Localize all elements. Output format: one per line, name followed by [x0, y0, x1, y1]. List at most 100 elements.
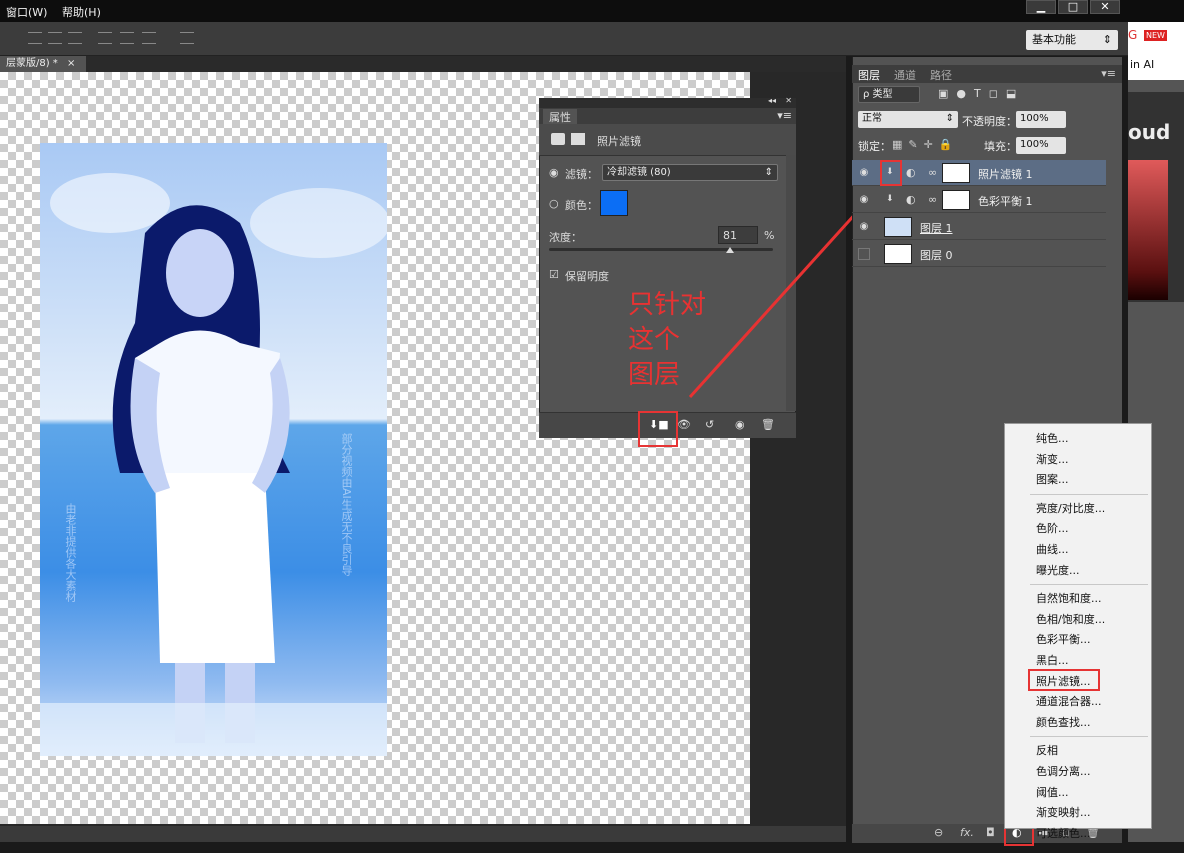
align-vcenter-icon[interactable]: [48, 32, 62, 44]
layer-thumbnail: [884, 244, 912, 264]
menu-separator: [1030, 736, 1148, 738]
close-icon[interactable]: ✕: [785, 96, 792, 105]
align-bottom-icon[interactable]: [68, 32, 82, 44]
menu-item[interactable]: 黑白...: [1036, 652, 1069, 668]
color-radio[interactable]: ○: [549, 197, 559, 210]
menu-item[interactable]: 通道混合器...: [1036, 693, 1102, 709]
adjustment-icon: ◐: [906, 193, 916, 206]
partial-text: in AI: [1130, 58, 1155, 71]
filter-label: 滤镜：: [565, 168, 598, 181]
menu-item[interactable]: 阈值...: [1036, 784, 1069, 800]
menu-item[interactable]: 颜色查找...: [1036, 714, 1091, 730]
mask-icon[interactable]: [571, 133, 585, 145]
menu-item[interactable]: 曝光度...: [1036, 562, 1080, 578]
menu-item[interactable]: 可选颜色...: [1036, 825, 1091, 841]
menu-window[interactable]: 窗口(W): [6, 4, 47, 20]
properties-tab[interactable]: 属性: [543, 109, 577, 125]
panel-menu-icon[interactable]: ▾≡: [777, 109, 792, 122]
partial-text: oud: [1128, 120, 1171, 144]
photo-image: 部分视频由AI生成无不良引导 由老非提供各大素材: [40, 143, 387, 756]
layer-thumbnail: [884, 217, 912, 237]
filter-radio[interactable]: ◉: [549, 166, 559, 179]
chevron-down-icon: ⇕: [1102, 33, 1112, 46]
close-tab-icon[interactable]: ×: [67, 58, 75, 69]
color-label: 颜色：: [565, 199, 598, 212]
chevron-down-icon: ⇕: [945, 113, 954, 124]
menu-item[interactable]: 色阶...: [1036, 520, 1069, 536]
watermark-text: 部分视频由AI生成无不良引导: [340, 433, 353, 576]
adjustment-icon[interactable]: [551, 133, 565, 145]
eye-icon[interactable]: ◉: [858, 221, 870, 233]
tab-channels[interactable]: 通道: [894, 67, 916, 83]
new-badge: NEW: [1144, 30, 1167, 41]
opacity-input[interactable]: 100%: [1016, 111, 1066, 128]
align-left-icon[interactable]: [98, 32, 112, 44]
mask-thumbnail: [942, 190, 970, 210]
horizontal-scrollbar[interactable]: [0, 826, 846, 842]
distribute-icon[interactable]: [180, 32, 194, 44]
menu-item[interactable]: 反相: [1036, 742, 1058, 758]
mask-thumbnail: [942, 163, 970, 183]
menu-item[interactable]: 渐变...: [1036, 451, 1069, 467]
blend-mode-select[interactable]: 正常 ⇕: [858, 111, 958, 128]
collapse-icon[interactable]: ◂◂: [768, 96, 776, 105]
workspace-select[interactable]: 基本功能 ⇕: [1026, 30, 1118, 50]
add-mask-icon[interactable]: ◘: [986, 826, 995, 839]
panel-menu-icon[interactable]: ▾≡: [1101, 67, 1116, 80]
fx-icon[interactable]: fx.: [960, 826, 974, 839]
reset-icon[interactable]: ↺: [705, 418, 714, 431]
highlight-box: [638, 411, 678, 447]
preserve-label: 保留明度: [565, 270, 609, 283]
menu-item[interactable]: 色彩平衡...: [1036, 631, 1091, 647]
color-field: [1128, 160, 1168, 300]
layer-row[interactable]: 图层 0: [852, 241, 1106, 267]
opacity-label: 不透明度：: [962, 115, 1017, 128]
tab-layers[interactable]: 图层: [858, 67, 880, 83]
eye-icon[interactable]: ◉: [858, 194, 870, 206]
color-swatch[interactable]: [600, 190, 628, 216]
tab-paths[interactable]: 路径: [930, 67, 952, 83]
menu-item[interactable]: 渐变映射...: [1036, 804, 1091, 820]
link-icon: ∞: [928, 166, 938, 179]
layer-kind-filter[interactable]: ρ 类型: [858, 86, 920, 103]
eye-off-icon[interactable]: [858, 248, 870, 260]
visibility-icon[interactable]: ◉: [735, 418, 745, 431]
menu-item[interactable]: 亮度/对比度...: [1036, 500, 1105, 516]
menu-item[interactable]: 自然饱和度...: [1036, 590, 1102, 606]
menu-item[interactable]: 图案...: [1036, 471, 1069, 487]
menu-help[interactable]: 帮助(H): [62, 4, 101, 20]
highlight-box: [1028, 668, 1100, 691]
align-right-icon[interactable]: [142, 32, 156, 44]
fill-input[interactable]: 100%: [1016, 137, 1066, 154]
menu-item[interactable]: 色相/饱和度...: [1036, 611, 1105, 627]
maximize-button[interactable]: □: [1058, 0, 1088, 14]
lock-label: 锁定：: [858, 140, 891, 153]
layer-row[interactable]: ◉ ⬇ ◐ ∞ 色彩平衡 1: [852, 187, 1106, 213]
view-previous-icon[interactable]: 👁: [677, 418, 691, 431]
delete-icon[interactable]: 🗑: [761, 418, 775, 431]
menu-item[interactable]: 纯色...: [1036, 430, 1069, 446]
adjustment-icon: ◐: [906, 166, 916, 179]
highlight-box: [880, 160, 902, 186]
close-button[interactable]: ✕: [1090, 0, 1120, 14]
woman-figure: [40, 173, 387, 756]
fill-label: 填充：: [984, 140, 1017, 153]
properties-header: 照片滤镜: [597, 135, 641, 148]
layer-row[interactable]: ◉ 图层 1: [852, 214, 1106, 240]
menu-bar: 窗口(W) 帮助(H) ▁ □ ✕: [0, 0, 1184, 22]
align-hcenter-icon[interactable]: [120, 32, 134, 44]
link-layers-icon[interactable]: ⊖: [934, 826, 943, 839]
clip-icon: ⬇: [886, 194, 894, 204]
minimize-button[interactable]: ▁: [1026, 0, 1056, 14]
eye-icon[interactable]: ◉: [858, 167, 870, 179]
density-label: 浓度：: [549, 231, 582, 244]
document-tab[interactable]: 层蒙版/8) * ×: [0, 56, 86, 72]
menu-item[interactable]: 色调分离...: [1036, 763, 1091, 779]
menu-item[interactable]: 曲线...: [1036, 541, 1069, 557]
options-bar: 基本功能 ⇕: [0, 22, 1128, 56]
filter-icons[interactable]: ▣●T◻⬓: [938, 87, 1024, 100]
preserve-checkbox[interactable]: ☑: [549, 268, 559, 281]
link-icon: ∞: [928, 193, 938, 206]
align-top-icon[interactable]: [28, 32, 42, 44]
lock-icons[interactable]: ▦✎✛🔒: [892, 138, 959, 151]
